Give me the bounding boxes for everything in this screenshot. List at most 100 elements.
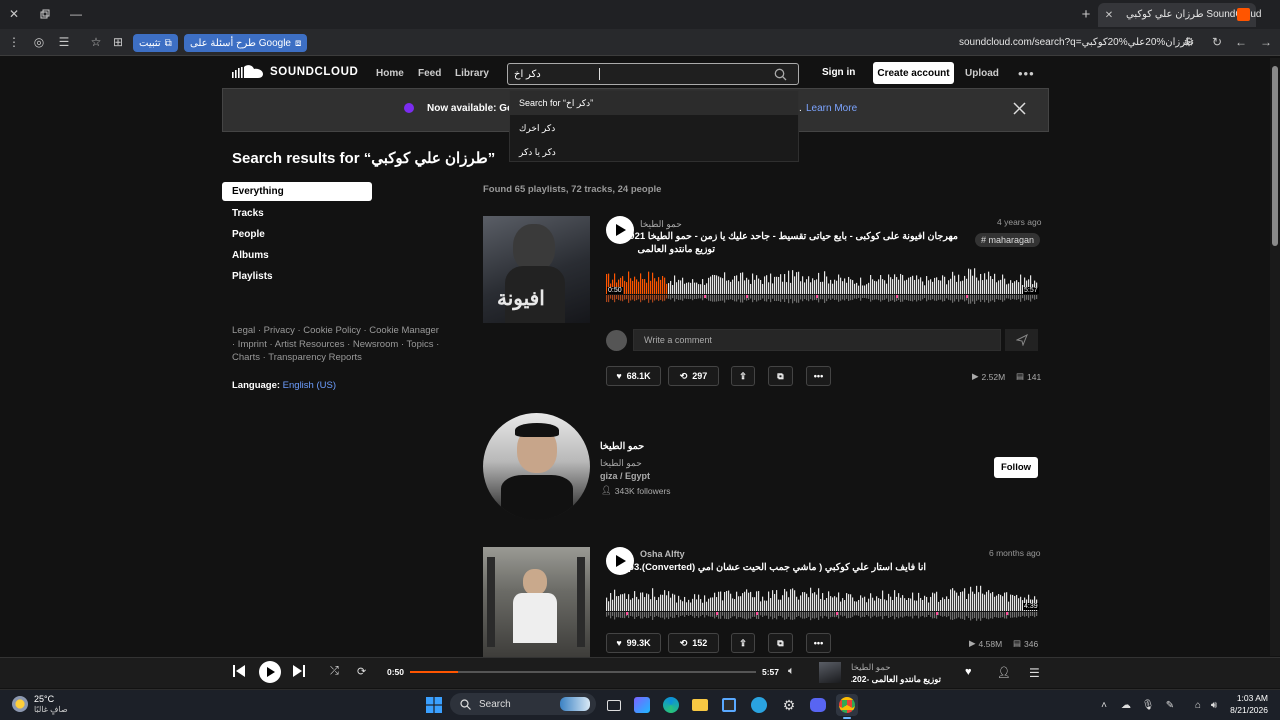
person-name[interactable]: حمو الطيخا (600, 441, 644, 454)
repeat-icon[interactable]: ⟳ (357, 665, 366, 678)
volume-icon[interactable]: 🔈︎ (788, 665, 795, 678)
search-box[interactable] (507, 63, 799, 85)
minimize-window-icon[interactable]: — (68, 6, 84, 22)
track-title-line1[interactable]: مهرجان افيونة على كوكبى - بايع حياتى تقس… (621, 231, 958, 244)
copy-link-button[interactable]: ⧉ (768, 366, 793, 386)
track-waveform[interactable] (606, 583, 1038, 623)
queue-icon[interactable]: ☰ (1029, 666, 1040, 680)
more-button[interactable]: ••• (806, 366, 831, 386)
translate-icon[interactable]: ⊞ (110, 34, 126, 50)
taskbar-search[interactable]: Search (450, 693, 596, 715)
player-artwork[interactable] (819, 662, 841, 683)
share-button[interactable]: ⇪ (731, 633, 755, 653)
settings-app-icon[interactable]: ⚙ (778, 694, 800, 716)
restore-window-icon[interactable] (37, 6, 53, 22)
reading-list-icon[interactable]: ☰ (56, 34, 72, 50)
site-settings-icon[interactable]: ⚙ (1181, 34, 1197, 50)
edge-browser-icon[interactable] (660, 694, 682, 716)
more-options-icon[interactable]: ••• (1018, 66, 1035, 81)
filter-everything[interactable]: Everything (232, 186, 284, 197)
player-title[interactable]: توزيع مانتدو العالمى -202... (851, 674, 941, 685)
filter-tracks[interactable]: Tracks (232, 208, 264, 219)
close-tab-icon[interactable]: ✕ (1101, 7, 1117, 23)
pen-icon[interactable]: ✎ (1163, 698, 1177, 712)
volume-tray-icon[interactable]: 🔊︎ (1207, 698, 1221, 712)
nav-library[interactable]: Library (455, 68, 489, 79)
active-tab[interactable]: ✕ طرزان علي كوكبي SoundCloud (1098, 3, 1261, 27)
microphone-icon[interactable]: 🎙︎ (1141, 698, 1155, 712)
upload-link[interactable]: Upload (965, 68, 999, 79)
nav-feed[interactable]: Feed (418, 68, 441, 79)
shuffle-icon[interactable]: ⤮ (330, 665, 339, 678)
learn-more-link[interactable]: Learn More (806, 103, 857, 114)
person-avatar[interactable] (483, 413, 590, 520)
nav-home[interactable]: Home (376, 68, 404, 79)
scrollbar-thumb[interactable] (1272, 66, 1278, 246)
track-title[interactable]: انا فايف استار علي كوكبي ( ماشي جمب الحي… (620, 562, 926, 575)
forward-icon[interactable]: ← (1233, 34, 1249, 50)
new-tab-icon[interactable]: + (1078, 6, 1094, 23)
share-button[interactable]: ⇪ (731, 366, 755, 386)
create-account-button[interactable]: Create account (873, 62, 954, 84)
follow-button[interactable]: Follow (994, 457, 1038, 478)
suggestion-item[interactable]: دكر اخرك (519, 123, 555, 134)
tray-overflow-icon[interactable]: ˄ (1097, 698, 1111, 712)
language-selector[interactable]: Language: English (US) (232, 380, 336, 391)
back-icon[interactable]: → (1258, 34, 1274, 50)
close-window-icon[interactable]: ✕ (6, 6, 22, 22)
player-artist[interactable]: حمو الطيخا (851, 662, 891, 673)
copy-link-button[interactable]: ⧉ (768, 633, 793, 653)
ask-google-button[interactable]: طرح أسئلة على Google ⧈ (184, 34, 308, 52)
suggestion-item[interactable]: دكر يا دكر (519, 147, 556, 158)
comment-input[interactable] (634, 330, 1000, 350)
reload-icon[interactable]: ↻ (1209, 34, 1225, 50)
like-button[interactable]: ♥ 68.1K (606, 366, 661, 386)
repost-button[interactable]: ⟲ 297 (668, 366, 719, 386)
task-view-icon[interactable] (603, 694, 625, 716)
filter-playlists[interactable]: Playlists (232, 271, 273, 282)
install-app-button[interactable]: تثبيت ⧉ (133, 34, 178, 52)
filter-people[interactable]: People (232, 229, 265, 240)
previous-track-icon[interactable] (233, 665, 245, 677)
player-play-button[interactable] (259, 661, 281, 683)
send-comment-button[interactable] (1005, 329, 1038, 351)
comment-field[interactable] (633, 329, 1001, 351)
soundcloud-logo[interactable]: SOUNDCLOUD (232, 64, 358, 80)
windows-start-icon[interactable] (423, 694, 445, 716)
track-artwork[interactable]: افيونة (483, 216, 590, 323)
footer-links[interactable]: Legal · Privacy · Cookie Policy · Cookie… (232, 324, 442, 365)
search-icon[interactable] (774, 68, 787, 81)
language-value[interactable]: English (US) (283, 380, 336, 391)
track-username[interactable]: Osha Alfty (640, 549, 685, 559)
extensions-icon[interactable]: ◎ (31, 34, 47, 50)
like-button[interactable]: ♥ 99.3K (606, 633, 661, 653)
next-track-icon[interactable] (293, 665, 305, 677)
taskbar-clock[interactable]: 1:03 AM 8/21/2026 (1228, 693, 1268, 715)
track-username[interactable]: حمو الطيخا (640, 219, 682, 230)
search-input[interactable] (514, 66, 546, 82)
file-explorer-icon[interactable] (689, 694, 711, 716)
more-button[interactable]: ••• (806, 633, 831, 653)
network-icon[interactable]: ⌂ (1191, 698, 1205, 712)
follow-artist-icon[interactable]: 👤︎ (997, 666, 1011, 679)
discord-app-icon[interactable] (807, 694, 829, 716)
repost-button[interactable]: ⟲ 152 (668, 633, 719, 653)
url-field[interactable]: soundcloud.com/search?q=طرزان%20علي%20كو… (959, 37, 1194, 48)
bookmark-star-icon[interactable]: ☆ (88, 34, 104, 50)
menu-dots-icon[interactable]: ⋮ (6, 34, 22, 50)
player-like-icon[interactable]: ♥ (965, 666, 972, 678)
sign-in-link[interactable]: Sign in (822, 67, 855, 78)
suggestion-search-for[interactable]: Search for “دكر اخ” (519, 98, 593, 109)
chrome-browser-icon[interactable] (836, 694, 858, 716)
filter-albums[interactable]: Albums (232, 250, 269, 261)
page-scrollbar[interactable] (1270, 58, 1280, 656)
track-artwork[interactable] (483, 547, 590, 657)
widgets-app-icon[interactable] (631, 694, 653, 716)
player-progress-bar[interactable] (410, 671, 756, 673)
track-tag[interactable]: # maharagan (975, 233, 1041, 247)
telegram-app-icon[interactable] (748, 694, 770, 716)
microsoft-store-icon[interactable] (718, 694, 740, 716)
onedrive-icon[interactable]: ☁ (1119, 698, 1133, 712)
track-title-line2[interactable]: توزيع مانتدو العالمى (637, 244, 715, 257)
close-banner-icon[interactable] (1013, 102, 1026, 115)
